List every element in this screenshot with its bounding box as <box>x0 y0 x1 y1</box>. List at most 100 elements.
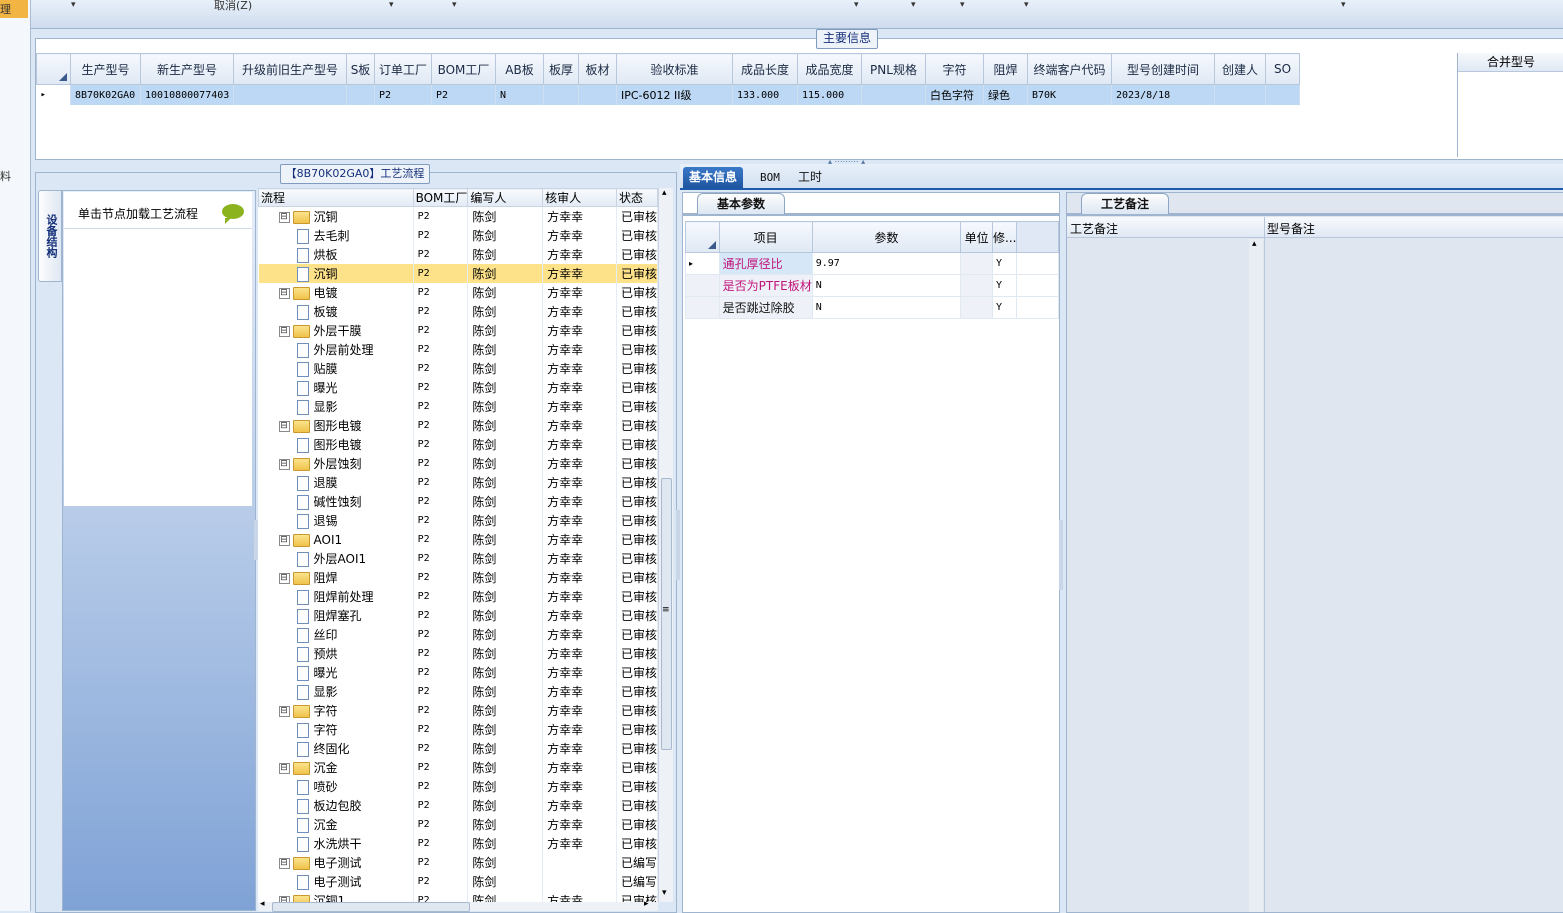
param-value-cell[interactable]: 9.97 <box>811 252 962 275</box>
tree-row[interactable]: 沉铜 P2 陈剑 方幸幸 已审核 <box>258 264 658 283</box>
scroll-down-icon[interactable]: ▾ <box>662 888 667 898</box>
tree-row[interactable]: 外层前处理 P2 陈剑 方幸幸 已审核 <box>258 340 658 359</box>
tree-node[interactable]: 丝印 <box>258 625 414 644</box>
tree-node[interactable]: ⊟ 电镀 <box>258 283 414 302</box>
tree-row[interactable]: 喷砂 P2 陈剑 方幸幸 已审核 <box>258 777 658 796</box>
param-value-cell[interactable]: N <box>811 296 962 319</box>
column-header[interactable]: BOM工厂 <box>412 188 469 207</box>
chevron-down-icon[interactable]: ▾ <box>1024 0 1029 10</box>
tab-bom[interactable]: BOM <box>754 167 786 188</box>
cell[interactable] <box>578 84 617 105</box>
tree-row[interactable]: 终固化 P2 陈剑 方幸幸 已审核 <box>258 739 658 758</box>
tree-row[interactable]: ⊟ 字符 P2 陈剑 方幸幸 已审核 <box>258 701 658 720</box>
tree-node[interactable]: 贴膜 <box>258 359 414 378</box>
tree-node[interactable]: ⊟ 外层蚀刻 <box>258 454 414 473</box>
param-row[interactable]: 是否为PTFE板材 N Y <box>685 274 1059 297</box>
cell[interactable]: 8B70K02GA0 <box>70 84 141 105</box>
tree-node[interactable]: 预烘 <box>258 644 414 663</box>
tree-node[interactable]: 显影 <box>258 682 414 701</box>
collapse-icon[interactable]: ⊟ <box>278 326 290 337</box>
right-splitter[interactable] <box>1059 520 1063 590</box>
tab-work-hours[interactable]: 工时 <box>792 167 828 188</box>
param-item-cell[interactable]: 通孔厚径比 <box>718 252 813 275</box>
cell[interactable]: B70K <box>1027 84 1112 105</box>
column-header[interactable]: 验收标准 <box>616 53 733 85</box>
cell[interactable] <box>233 84 347 105</box>
tree-row[interactable]: 曝光 P2 陈剑 方幸幸 已审核 <box>258 663 658 682</box>
tree-node[interactable]: ⊟ 字符 <box>258 701 414 720</box>
column-header[interactable]: 单位 <box>960 221 994 253</box>
scroll-up-icon[interactable]: ▴ <box>1252 239 1257 249</box>
scroll-up-icon[interactable]: ▴ <box>662 188 667 198</box>
tree-row[interactable]: ⊟ 图形电镀 P2 陈剑 方幸幸 已审核 <box>258 416 658 435</box>
column-header[interactable]: 升级前旧生产型号 <box>233 53 347 85</box>
tree-node[interactable]: 去毛刺 <box>258 226 414 245</box>
column-header[interactable]: 参数 <box>811 221 962 253</box>
cell[interactable]: N <box>495 84 544 105</box>
tree-row[interactable]: 电子测试 P2 陈剑 已编写 <box>258 872 658 891</box>
tree-node[interactable]: 烘板 <box>258 245 414 264</box>
column-header[interactable]: 流程 <box>258 188 414 207</box>
tree-row[interactable]: 退膜 P2 陈剑 方幸幸 已审核 <box>258 473 658 492</box>
tree-node[interactable]: 字符 <box>258 720 414 739</box>
param-item-cell[interactable]: 是否跳过除胶 <box>718 296 813 319</box>
cell[interactable]: 绿色 <box>983 84 1028 105</box>
tree-node[interactable]: 退膜 <box>258 473 414 492</box>
tree-vertical-scrollbar[interactable]: ▴ ≡ ▾ <box>658 188 673 902</box>
tree-row[interactable]: 碱性蚀刻 P2 陈剑 方幸幸 已审核 <box>258 492 658 511</box>
param-value-cell[interactable]: N <box>811 274 962 297</box>
tree-node[interactable]: ⊟ 沉金 <box>258 758 414 777</box>
collapse-icon[interactable]: ⊟ <box>278 288 290 299</box>
param-row[interactable]: 是否跳过除胶 N Y <box>685 296 1059 319</box>
column-header[interactable]: 订单工厂 <box>374 53 432 85</box>
chevron-down-icon[interactable]: ▾ <box>389 0 394 10</box>
tree-row[interactable]: 去毛刺 P2 陈剑 方幸幸 已审核 <box>258 226 658 245</box>
grid-corner[interactable] <box>36 53 71 85</box>
column-header[interactable]: 字符 <box>925 53 984 85</box>
tree-row[interactable]: 图形电镀 P2 陈剑 方幸幸 已审核 <box>258 435 658 454</box>
tree-row[interactable]: 板镀 P2 陈剑 方幸幸 已审核 <box>258 302 658 321</box>
cell[interactable]: P2 <box>374 84 432 105</box>
collapse-icon[interactable]: ⊟ <box>278 534 290 546</box>
column-header[interactable]: 型号创建时间 <box>1111 53 1215 85</box>
cell[interactable]: 115.000 <box>797 84 862 105</box>
tree-row[interactable]: ⊟ 电子测试 P2 陈剑 已编写 <box>258 853 658 872</box>
tree-row[interactable]: 外层AOI1 P2 陈剑 方幸幸 已审核 <box>258 549 658 568</box>
collapse-icon[interactable]: ⊟ <box>278 212 290 223</box>
tree-row[interactable]: ⊟ 沉铜 P2 陈剑 方幸幸 已审核 <box>258 206 658 226</box>
param-mod-cell[interactable]: Y <box>992 252 1018 275</box>
column-header[interactable]: BOM工厂 <box>431 53 496 85</box>
column-header[interactable]: 核审人 <box>542 188 617 207</box>
cell[interactable] <box>1214 84 1266 105</box>
collapse-icon[interactable]: ⊟ <box>278 459 290 470</box>
tree-row[interactable]: ⊟ 外层干膜 P2 陈剑 方幸幸 已审核 <box>258 321 658 340</box>
table-row[interactable]: ▸ 8B70K02GA0 10010800077403 P2 P2 N IPC-6012 … <box>36 84 1300 105</box>
column-header[interactable]: 板材 <box>578 53 617 85</box>
vertical-tab-equipment[interactable]: 设备结构 <box>38 190 62 282</box>
tab-basic-info[interactable]: 基本信息 <box>683 167 744 188</box>
tree-row[interactable]: ⊟ 外层蚀刻 P2 陈剑 方幸幸 已审核 <box>258 454 658 473</box>
chevron-down-icon[interactable]: ▾ <box>911 0 916 10</box>
tree-node[interactable]: 显影 <box>258 397 414 416</box>
collapse-icon[interactable]: ⊟ <box>278 706 290 717</box>
param-item-cell[interactable]: 是否为PTFE板材 <box>718 274 813 297</box>
tree-node[interactable]: 沉铜 <box>258 264 414 283</box>
cell[interactable]: 白色字符 <box>925 84 984 105</box>
tree-node[interactable]: 外层AOI1 <box>258 549 414 568</box>
tree-row[interactable]: 丝印 P2 陈剑 方幸幸 已审核 <box>258 625 658 644</box>
tree-node[interactable]: 曝光 <box>258 663 414 682</box>
scroll-right-icon[interactable]: ▸ <box>644 899 649 909</box>
tree-node[interactable]: 沉金 <box>258 815 414 834</box>
middle-splitter[interactable] <box>676 510 680 580</box>
cell[interactable] <box>1265 84 1300 105</box>
collapse-icon[interactable]: ⊟ <box>278 421 290 432</box>
tree-row[interactable]: 预烘 P2 陈剑 方幸幸 已审核 <box>258 644 658 663</box>
tree-row[interactable]: ⊟ 阻焊 P2 陈剑 方幸幸 已审核 <box>258 568 658 587</box>
tree-node[interactable]: 碱性蚀刻 <box>258 492 414 511</box>
tree-row[interactable]: 阻焊塞孔 P2 陈剑 方幸幸 已审核 <box>258 606 658 625</box>
column-header[interactable]: 成品长度 <box>732 53 798 85</box>
cell[interactable]: 133.000 <box>732 84 798 105</box>
cell[interactable]: 2023/8/18 <box>1111 84 1215 105</box>
tree-row[interactable]: ⊟ 沉铜1 P2 陈剑 方幸幸 已审核 <box>258 891 658 902</box>
tree-row[interactable]: 烘板 P2 陈剑 方幸幸 已审核 <box>258 245 658 264</box>
